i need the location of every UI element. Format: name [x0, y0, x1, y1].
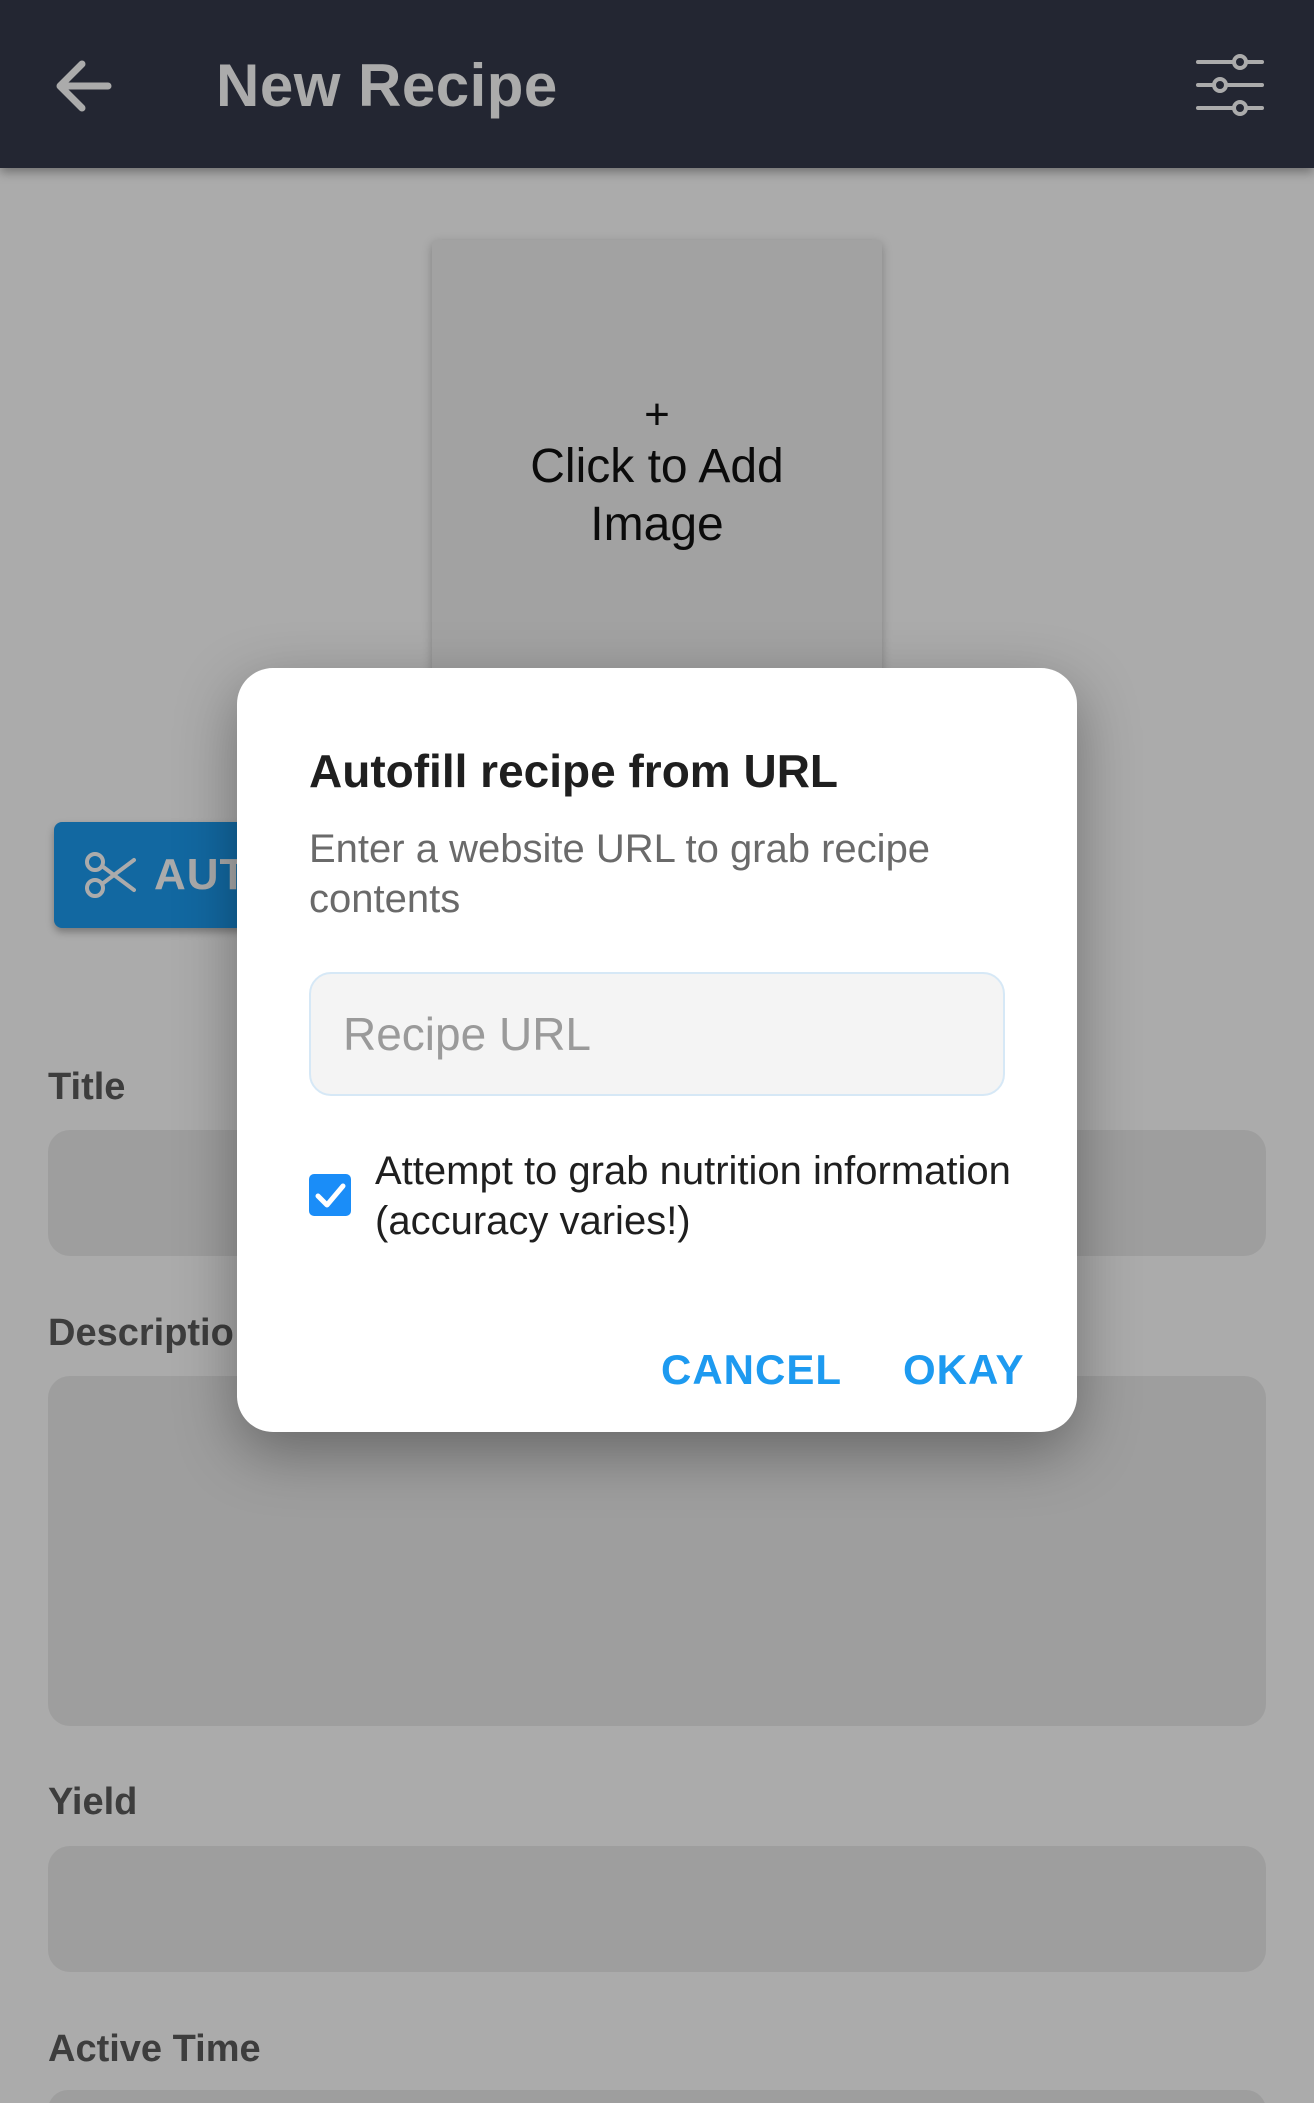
autofill-dialog: Autofill recipe from URL Enter a website… — [237, 668, 1077, 1432]
cancel-button[interactable]: CANCEL — [661, 1340, 842, 1400]
recipe-url-input[interactable] — [309, 972, 1005, 1096]
checkmark-icon — [315, 1183, 346, 1208]
new-recipe-page: New Recipe + Click to Add Image AUT Titl… — [0, 0, 1314, 2103]
dialog-title: Autofill recipe from URL — [309, 745, 839, 797]
nutrition-checkbox-label[interactable]: Attempt to grab nutrition information (a… — [375, 1146, 1015, 1246]
nutrition-checkbox[interactable] — [309, 1174, 351, 1216]
dialog-subtitle: Enter a website URL to grab recipe conte… — [309, 827, 931, 921]
okay-button[interactable]: OKAY — [903, 1340, 1025, 1400]
